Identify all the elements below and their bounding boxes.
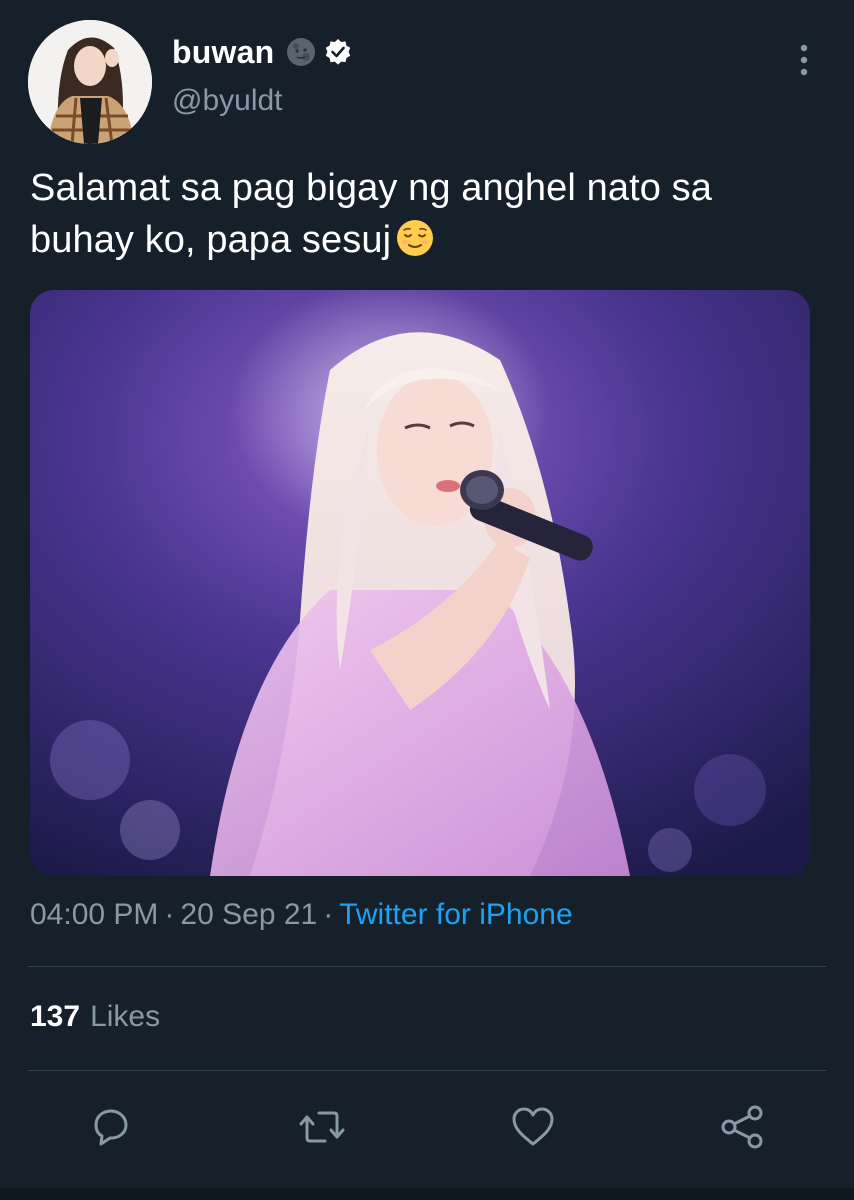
user-handle[interactable]: @byuldt (172, 84, 283, 118)
tweet-text: Salamat sa pag bigay ng anghel nato sa b… (30, 162, 820, 266)
share-button[interactable] (718, 1102, 768, 1152)
likes-stat[interactable]: 137 Likes (30, 1000, 160, 1034)
reply-button[interactable] (86, 1102, 136, 1152)
retweet-button[interactable] (297, 1102, 347, 1152)
tweet-source-link[interactable]: Twitter for iPhone (339, 898, 572, 931)
avatar-image (28, 20, 152, 144)
meta-separator: · (323, 898, 334, 931)
likes-label: Likes (90, 1000, 161, 1033)
relieved-face-icon (397, 220, 434, 256)
like-button[interactable] (508, 1102, 558, 1152)
verified-badge-icon (326, 39, 351, 65)
reply-icon (94, 1109, 128, 1146)
tweet-media-photo[interactable] (30, 290, 810, 876)
new-moon-face-icon (287, 38, 316, 66)
tweet-time: 04:00 PM (30, 898, 159, 931)
name-row[interactable]: buwan (172, 30, 352, 74)
share-icon (721, 1105, 763, 1149)
retweet-icon (299, 1111, 345, 1143)
tweet-meta: 04:00 PM · 20 Sep 21 · Twitter for iPhone (30, 898, 573, 932)
meta-separator: · (164, 898, 175, 931)
more-vertical-icon (800, 44, 808, 76)
tweet-text-content: Salamat sa pag bigay ng anghel nato sa b… (30, 167, 712, 261)
concert-photo (30, 290, 810, 876)
heart-icon (512, 1107, 554, 1146)
tweet-date: 20 Sep 21 (180, 898, 318, 931)
display-name[interactable]: buwan (172, 34, 274, 71)
divider (28, 1070, 826, 1071)
tweet-detail: buwan @byuldt Salamat sa pag bigay ng an… (0, 0, 854, 1200)
more-options-button[interactable] (790, 40, 818, 80)
likes-count: 137 (30, 1000, 81, 1033)
divider (28, 966, 826, 967)
avatar[interactable] (28, 20, 152, 144)
bottom-edge (0, 1188, 854, 1200)
